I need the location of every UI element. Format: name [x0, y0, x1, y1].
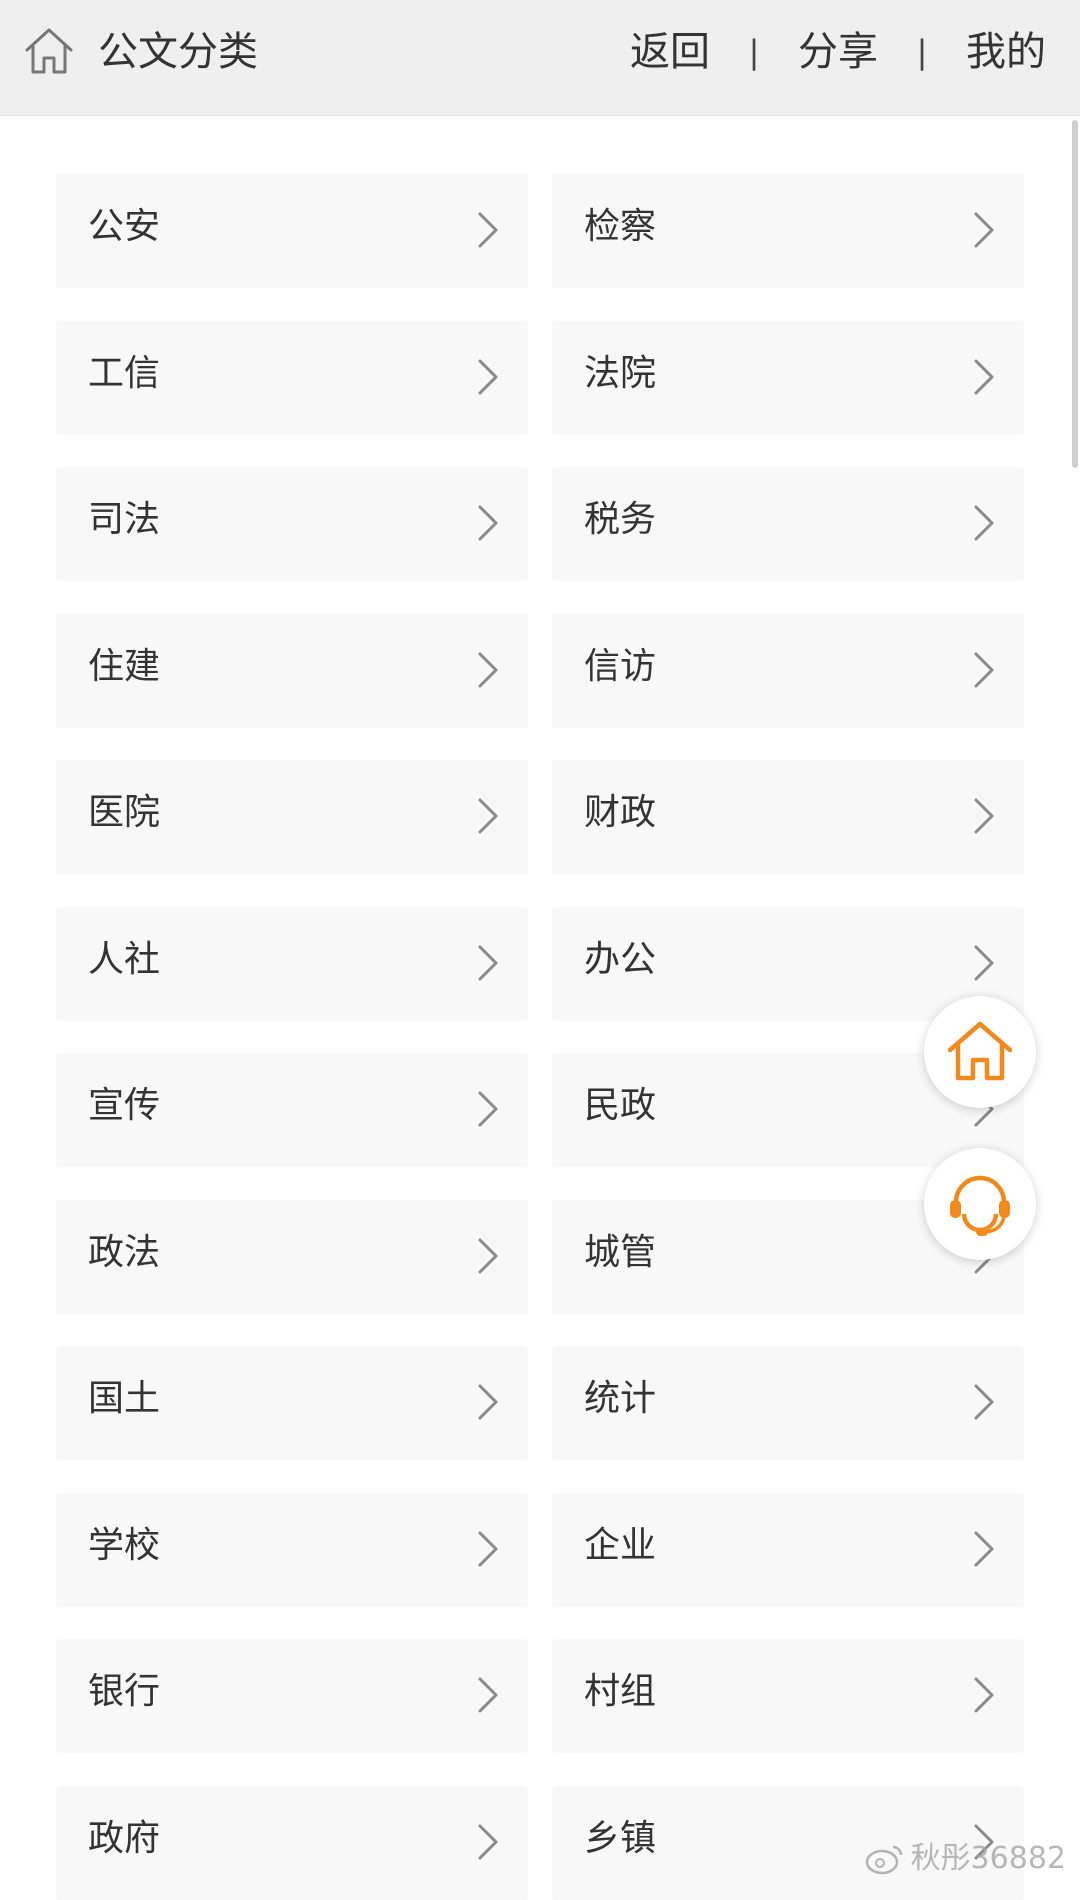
chevron-right-icon [476, 1822, 500, 1862]
chevron-right-icon [476, 796, 500, 836]
category-label: 信访 [584, 646, 657, 687]
category-label: 乡镇 [584, 1818, 657, 1859]
category-label: 宣传 [88, 1085, 161, 1126]
category-label: 政法 [88, 1232, 161, 1273]
category-label: 学校 [88, 1525, 161, 1566]
nav-separator: | [748, 33, 760, 71]
watermark: 秋彤36882 [865, 1839, 1066, 1879]
category-item[interactable]: 统计 [552, 1346, 1024, 1460]
category-label: 公安 [88, 206, 161, 247]
home-icon [947, 1021, 1013, 1081]
page-title: 公文分类 [98, 29, 258, 75]
float-service-button[interactable] [924, 1148, 1036, 1260]
category-item[interactable]: 国土 [56, 1346, 528, 1460]
category-item[interactable]: 司法 [56, 467, 528, 581]
chevron-right-icon [972, 1382, 996, 1422]
share-link[interactable]: 分享 [798, 24, 878, 80]
customer-service-icon [950, 1175, 1010, 1236]
category-label: 企业 [584, 1525, 657, 1566]
category-label: 银行 [88, 1671, 161, 1712]
category-label: 法院 [584, 353, 657, 394]
category-item[interactable]: 财政 [552, 760, 1024, 874]
category-label: 统计 [584, 1378, 657, 1419]
category-item[interactable]: 医院 [56, 760, 528, 874]
weibo-icon [865, 1845, 902, 1875]
chevron-right-icon [476, 650, 500, 690]
chevron-right-icon [476, 1382, 500, 1422]
category-item[interactable]: 法院 [552, 321, 1024, 435]
category-label: 财政 [584, 792, 657, 833]
chevron-right-icon [972, 357, 996, 397]
category-item[interactable]: 工信 [56, 321, 528, 435]
chevron-right-icon [476, 503, 500, 543]
category-label: 办公 [584, 939, 657, 980]
chevron-right-icon [972, 1529, 996, 1569]
chevron-right-icon [476, 357, 500, 397]
chevron-right-icon [972, 943, 996, 983]
category-item[interactable]: 政府 [56, 1786, 528, 1900]
chevron-right-icon [476, 1529, 500, 1569]
chevron-right-icon [972, 210, 996, 250]
chevron-right-icon [476, 1089, 500, 1129]
category-item[interactable]: 宣传 [56, 1053, 528, 1167]
category-label: 检察 [584, 206, 657, 247]
category-item[interactable]: 税务 [552, 467, 1024, 581]
chevron-right-icon [972, 650, 996, 690]
chevron-right-icon [476, 1236, 500, 1276]
category-label: 司法 [88, 499, 161, 540]
category-item[interactable]: 住建 [56, 614, 528, 728]
category-item[interactable]: 企业 [552, 1493, 1024, 1607]
header-home-button[interactable] [22, 24, 76, 78]
mine-link[interactable]: 我的 [966, 24, 1046, 80]
category-label: 人社 [88, 939, 161, 980]
category-label: 工信 [88, 353, 161, 394]
back-link[interactable]: 返回 [630, 24, 710, 80]
chevron-right-icon [476, 210, 500, 250]
float-home-button[interactable] [924, 996, 1036, 1108]
category-label: 村组 [584, 1671, 657, 1712]
category-item[interactable]: 公安 [56, 174, 528, 288]
category-item[interactable]: 银行 [56, 1639, 528, 1753]
category-item[interactable]: 政法 [56, 1200, 528, 1314]
watermark-text: 秋彤36882 [910, 1841, 1066, 1876]
category-label: 医院 [88, 792, 161, 833]
header-nav: 返回 | 分享 | 我的 [630, 24, 1046, 80]
category-label: 国土 [88, 1378, 161, 1419]
chevron-right-icon [476, 1675, 500, 1715]
chevron-right-icon [972, 1675, 996, 1715]
category-label: 住建 [88, 646, 161, 687]
category-label: 政府 [88, 1818, 161, 1859]
scrollbar[interactable] [1072, 120, 1078, 468]
home-icon [25, 28, 73, 74]
category-item[interactable]: 信访 [552, 614, 1024, 728]
chevron-right-icon [972, 796, 996, 836]
category-label: 城管 [584, 1232, 657, 1273]
category-item[interactable]: 村组 [552, 1639, 1024, 1753]
category-label: 税务 [584, 499, 657, 540]
top-header: 公文分类 返回 | 分享 | 我的 [0, 0, 1080, 116]
category-item[interactable]: 人社 [56, 907, 528, 1021]
category-item[interactable]: 检察 [552, 174, 1024, 288]
chevron-right-icon [972, 503, 996, 543]
nav-separator: | [916, 33, 928, 71]
chevron-right-icon [476, 943, 500, 983]
category-item[interactable]: 学校 [56, 1493, 528, 1607]
category-label: 民政 [584, 1085, 657, 1126]
